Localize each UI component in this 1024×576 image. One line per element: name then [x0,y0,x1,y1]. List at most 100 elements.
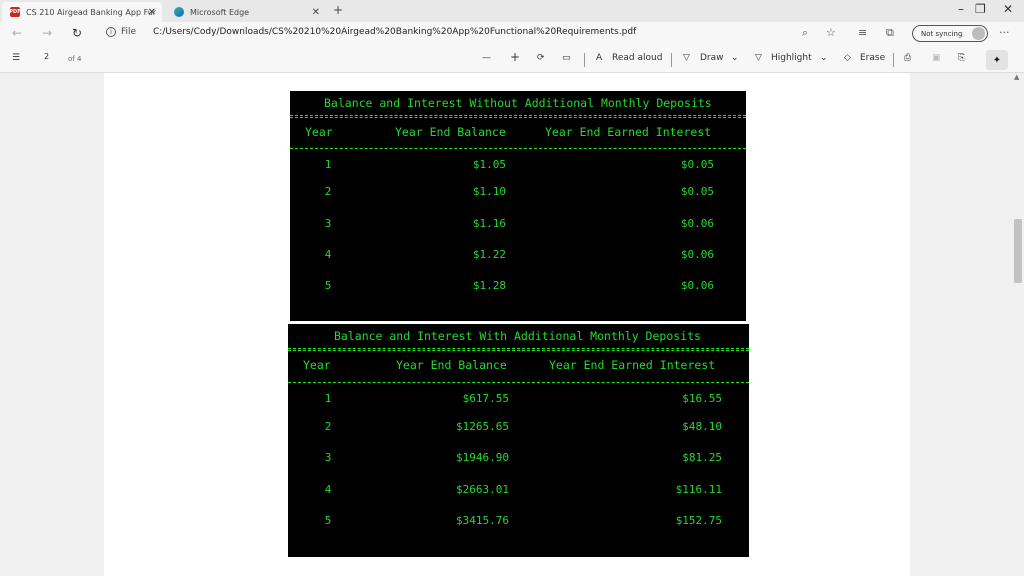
separator-line [290,115,746,118]
zoom-icon[interactable]: ⌕ [802,26,808,40]
edge-logo-icon [174,7,184,17]
header-year-end-balance: Year End Balance [395,125,506,139]
scroll-up-icon[interactable]: ▲ [1014,73,1019,81]
balance-cell: $1.22 [472,248,506,261]
year-cell: 3 [324,451,332,464]
avatar [972,27,985,40]
pin-toolbar-icon[interactable]: ✦ [986,50,1008,70]
scrollbar-thumb[interactable] [1014,219,1022,283]
interest-cell: $16.55 [682,392,722,405]
separator-line [290,148,746,149]
zoom-in-button[interactable]: + [510,50,520,64]
print-icon[interactable]: ⎙ [904,53,911,63]
table-of-contents-icon[interactable]: ☰ [12,53,20,63]
tab-title: Microsoft Edge [190,7,250,17]
vertical-scrollbar[interactable]: ▲ [1012,73,1024,576]
balance-cell: $1.28 [472,279,506,292]
back-button[interactable]: ← [12,26,22,40]
profile-sync-button[interactable]: Not syncing [912,25,988,42]
info-icon[interactable]: i [106,27,116,37]
draw-button[interactable]: Draw [700,53,724,63]
highlight-icon: ▽ [755,53,762,63]
favorites-list-icon[interactable]: ≡ [858,26,867,39]
rotate-icon[interactable]: ⟳ [537,53,545,63]
console-report-with-deposits: Balance and Interest With Additional Mon… [288,324,749,557]
separator-line [288,348,749,351]
restore-button[interactable]: ❐ [975,2,986,16]
zoom-out-button[interactable]: — [482,53,491,63]
pdf-icon: PDF [9,7,21,17]
chevron-down-icon[interactable]: ⌄ [731,53,739,63]
sync-label: Not syncing [921,29,963,38]
interest-cell: $0.06 [680,248,714,261]
toolbar-divider [584,53,585,67]
console-report-without-deposits: Balance and Interest Without Additional … [290,91,746,321]
header-year-end-balance: Year End Balance [396,358,507,372]
table-row: 1 $1.05 $0.05 [290,158,746,172]
header-year: Year [303,358,331,372]
interest-cell: $0.05 [680,158,714,171]
refresh-button[interactable]: ↻ [72,26,82,40]
save-icon[interactable]: ▣ [932,53,941,63]
table-row: 5 $3415.76 $152.75 [288,514,749,528]
year-cell: 4 [324,483,332,496]
balance-cell: $1.10 [472,185,506,198]
interest-cell: $0.06 [680,279,714,292]
favorite-star-icon[interactable]: ☆ [826,26,836,39]
report-title: Balance and Interest With Additional Mon… [334,329,701,343]
erase-icon: ◇ [844,53,851,63]
balance-cell: $2663.01 [456,483,509,496]
year-cell: 1 [324,392,332,405]
collections-icon[interactable]: ⧉ [886,26,894,40]
year-cell: 1 [324,158,332,171]
tab-title: CS 210 Airgead Banking App Fur [26,7,157,17]
tab-pdf-document[interactable]: PDF CS 210 Airgead Banking App Fur ✕ [2,2,162,22]
highlight-button[interactable]: Highlight [771,53,812,63]
year-cell: 5 [324,279,332,292]
pdf-toolbar: ☰ 2 of 4 — + ⟳ ▭ A Read aloud ▽ Draw ⌄ ▽… [0,47,1024,73]
table-row: 4 $2663.01 $116.11 [288,483,749,497]
table-row: 3 $1.16 $0.06 [290,217,746,231]
pdf-viewer[interactable]: Balance and Interest Without Additional … [0,73,1012,576]
chevron-down-icon[interactable]: ⌄ [820,53,828,63]
balance-cell: $3415.76 [456,514,509,527]
table-row: 2 $1.10 $0.05 [290,185,746,199]
interest-cell: $81.25 [682,451,722,464]
header-year: Year [305,125,333,139]
balance-cell: $1265.65 [456,420,509,433]
new-tab-button[interactable]: + [333,3,343,17]
close-window-button[interactable]: ✕ [1003,2,1013,16]
tab-microsoft-edge[interactable]: Microsoft Edge ✕ [166,2,326,22]
url-field[interactable]: C:/Users/Cody/Downloads/CS%20210%20Airge… [153,27,636,37]
toolbar-divider [671,53,672,67]
fit-page-icon[interactable]: ▭ [562,53,571,63]
separator-line [288,382,749,383]
toolbar-divider [893,53,894,67]
table-row: 1 $617.55 $16.55 [288,392,749,406]
erase-button[interactable]: Erase [860,53,885,63]
save-as-icon[interactable]: ⎘ [958,53,965,63]
balance-cell: $617.55 [462,392,509,405]
read-aloud-icon: A [596,53,603,63]
interest-cell: $0.05 [680,185,714,198]
more-options-icon[interactable]: ··· [999,26,1010,39]
close-tab-icon[interactable]: ✕ [148,7,156,18]
table-row: 3 $1946.90 $81.25 [288,451,749,465]
draw-icon: ▽ [683,53,690,63]
table-row: 5 $1.28 $0.06 [290,279,746,293]
tab-strip: PDF CS 210 Airgead Banking App Fur ✕ Mic… [0,0,1024,22]
close-tab-icon[interactable]: ✕ [312,7,320,18]
page-number-input[interactable]: 2 [32,52,60,67]
interest-cell: $116.11 [675,483,722,496]
forward-button[interactable]: → [42,26,52,40]
year-cell: 2 [324,420,332,433]
table-row: 2 $1265.65 $48.10 [288,420,749,434]
header-year-end-interest: Year End Earned Interest [545,125,712,139]
minimize-button[interactable]: – [958,2,964,16]
address-bar: ← → ↻ i File C:/Users/Cody/Downloads/CS%… [0,22,1024,47]
interest-cell: $152.75 [675,514,722,527]
year-cell: 5 [324,514,332,527]
page-total: of 4 [68,55,82,63]
read-aloud-button[interactable]: Read aloud [612,53,662,63]
year-cell: 4 [324,248,332,261]
